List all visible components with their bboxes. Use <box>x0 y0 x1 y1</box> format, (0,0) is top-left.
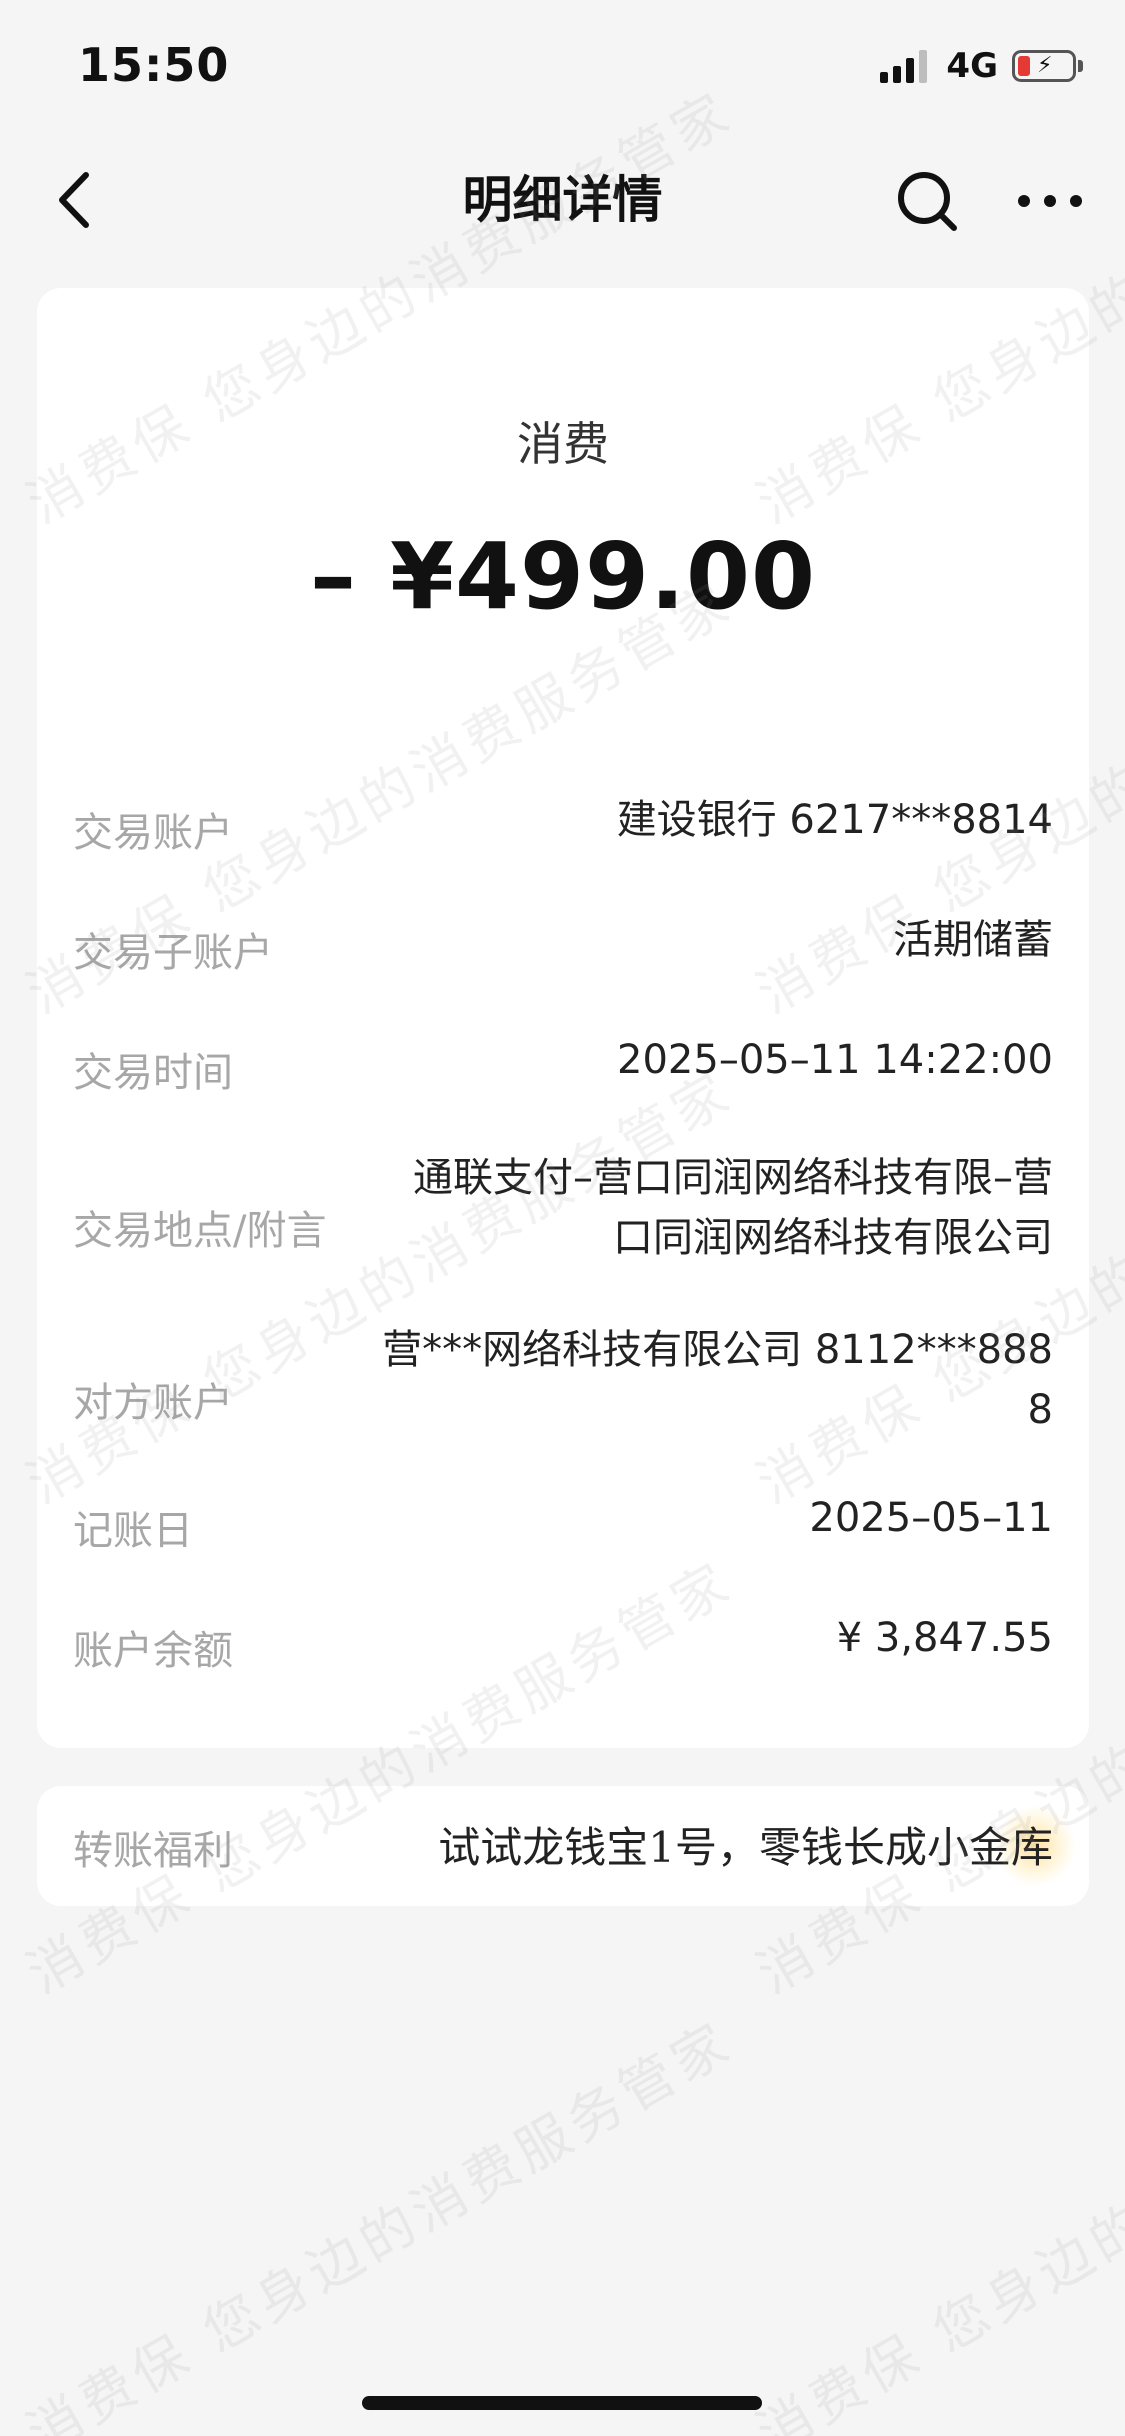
detail-label: 账户余额 <box>73 1628 233 1674</box>
detail-value: 2025–05–11 <box>809 1495 1053 1541</box>
transfer-benefit-card[interactable]: 转账福利 试试龙钱宝1号，零钱长成小金库 <box>37 1786 1089 1906</box>
detail-value-multiline: 通联支付–营口同润网络科技有限–营 口同润网络科技有限公司 <box>413 1148 1053 1268</box>
search-button[interactable] <box>892 166 962 236</box>
battery-charging-low-icon: ⚡ <box>1012 50 1076 82</box>
benefit-promo-link[interactable]: 试试龙钱宝1号，零钱长成小金库 <box>438 1814 1053 1875</box>
signal-bars-icon <box>880 49 932 83</box>
search-icon <box>898 172 957 231</box>
detail-label: 记账日 <box>73 1508 193 1554</box>
detail-label: 对方账户 <box>73 1380 233 1426</box>
watermark-text: 消费保 您身边的消费服务管家 <box>16 2009 744 2436</box>
transaction-type: 消费 <box>517 417 609 471</box>
more-button[interactable] <box>1010 166 1090 236</box>
nav-bar: 明细详情 <box>0 135 1125 265</box>
detail-value-line: 8 <box>1027 1387 1053 1433</box>
watermark-text: 消费保 您身边的消费服务管家 <box>746 2009 1125 2436</box>
detail-value-line: 口同润网络科技有限公司 <box>613 1215 1053 1261</box>
more-horizontal-icon <box>1018 195 1082 207</box>
detail-value: 建设银行 6217***8814 <box>616 797 1053 843</box>
detail-value-line: 营***网络科技有限公司 8112***888 <box>382 1327 1053 1373</box>
network-type: 4G <box>946 46 998 86</box>
detail-label: 交易子账户 <box>73 930 273 976</box>
detail-value: 活期储蓄 <box>893 917 1053 963</box>
detail-label: 交易时间 <box>73 1050 233 1096</box>
status-time: 15:50 <box>78 38 230 92</box>
detail-value-line: 通联支付–营口同润网络科技有限–营 <box>413 1155 1053 1201</box>
home-indicator[interactable] <box>362 2396 762 2410</box>
detail-label: 交易地点/附言 <box>73 1208 327 1254</box>
detail-value: 2025–05–11 14:22:00 <box>617 1037 1053 1083</box>
transaction-amount: – ¥499.00 <box>309 523 817 630</box>
status-bar: 15:50 4G ⚡ <box>0 0 1125 135</box>
detail-label: 交易账户 <box>73 810 233 856</box>
transaction-detail-card: 消费 – ¥499.00 交易账户 建设银行 6217***8814 交易子账户… <box>37 288 1089 1748</box>
detail-value: ¥ 3,847.55 <box>836 1615 1053 1661</box>
battery-cap <box>1078 60 1083 72</box>
detail-value-multiline: 营***网络科技有限公司 8112***888 8 <box>382 1320 1053 1440</box>
benefit-label: 转账福利 <box>73 1828 233 1874</box>
status-indicators: 4G ⚡ <box>880 46 1083 86</box>
